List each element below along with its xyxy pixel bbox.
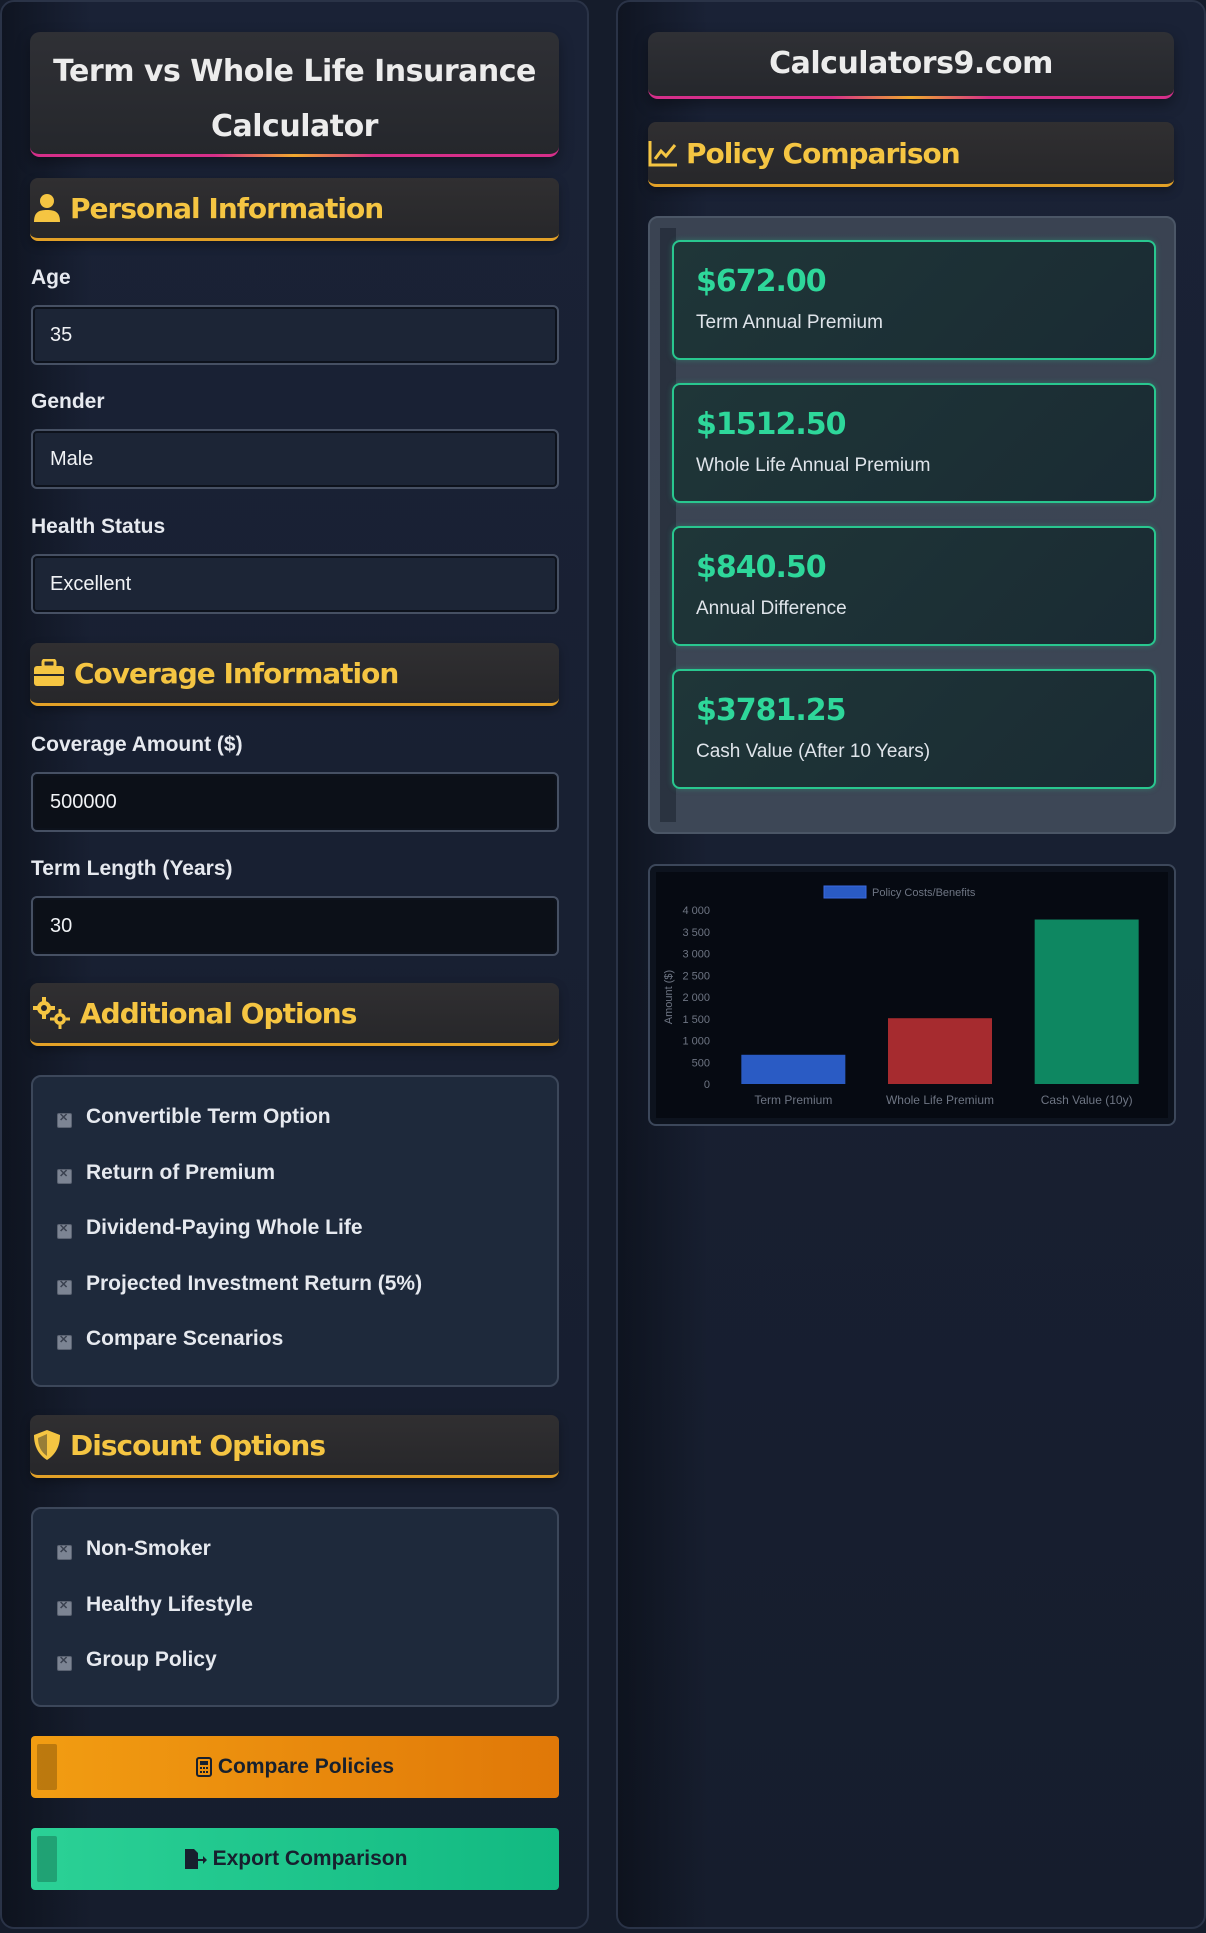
additional-options-header: Additional Options bbox=[30, 983, 559, 1046]
y-tick-label: 4 000 bbox=[682, 905, 710, 917]
user-icon bbox=[32, 193, 62, 223]
file-export-icon bbox=[183, 1848, 207, 1870]
shield-icon bbox=[32, 1430, 62, 1460]
result-value: $840.50 bbox=[696, 550, 827, 585]
y-tick-label: 500 bbox=[692, 1057, 710, 1069]
export-comparison-label: Export Comparison bbox=[212, 1847, 408, 1870]
result-value: $672.00 bbox=[696, 264, 827, 299]
result-card-annual-difference: $840.50 Annual Difference bbox=[672, 526, 1156, 646]
title-line-1: Term vs Whole Life Insurance bbox=[53, 54, 536, 89]
export-comparison-button[interactable]: Export Comparison bbox=[31, 1828, 559, 1890]
option-compare-scenarios[interactable]: Compare Scenarios bbox=[57, 1327, 283, 1351]
result-value: $3781.25 bbox=[696, 693, 847, 728]
result-label: Annual Difference bbox=[696, 598, 847, 619]
age-input[interactable]: 35 bbox=[31, 305, 559, 365]
y-tick-label: 1 000 bbox=[682, 1036, 710, 1048]
compare-policies-button[interactable]: Compare Policies bbox=[31, 1736, 559, 1798]
legend-swatch bbox=[823, 885, 867, 899]
age-label: Age bbox=[31, 266, 71, 289]
checkbox[interactable] bbox=[57, 1654, 72, 1671]
policy-comparison-header: Policy Comparison bbox=[648, 122, 1174, 187]
y-tick-label: 1 500 bbox=[682, 1014, 710, 1026]
checkbox[interactable] bbox=[57, 1111, 72, 1128]
additional-options-list: Convertible Term Option Return of Premiu… bbox=[31, 1075, 559, 1387]
calculator-title: Term vs Whole Life Insurance Calculator bbox=[30, 32, 559, 157]
y-tick-label: 2 000 bbox=[682, 992, 710, 1004]
result-card-whole-life-premium: $1512.50 Whole Life Annual Premium bbox=[672, 383, 1156, 503]
y-tick-label: 2 500 bbox=[682, 970, 710, 982]
option-investment-return[interactable]: Projected Investment Return (5%) bbox=[57, 1272, 422, 1296]
y-tick-label: 3 000 bbox=[682, 949, 710, 961]
additional-options-title: Additional Options bbox=[80, 996, 357, 1030]
comparison-bar-chart: 0 500 1 000 1 500 2 000 2 500 3 000 3 500 4 000 A… bbox=[656, 872, 1168, 1118]
option-group-policy[interactable]: Group Policy bbox=[57, 1648, 217, 1672]
option-non-smoker[interactable]: Non-Smoker bbox=[57, 1537, 211, 1561]
result-label: Whole Life Annual Premium bbox=[696, 455, 931, 476]
option-healthy-lifestyle[interactable]: Healthy Lifestyle bbox=[57, 1593, 253, 1617]
site-title-text: Calculators9.com bbox=[769, 46, 1053, 81]
title-line-2: Calculator bbox=[211, 109, 378, 144]
checkbox[interactable] bbox=[57, 1278, 72, 1295]
discount-options-title: Discount Options bbox=[70, 1428, 326, 1462]
result-label: Term Annual Premium bbox=[696, 312, 883, 333]
gender-select[interactable]: Male bbox=[31, 429, 559, 489]
coverage-amount-input[interactable]: 500000 bbox=[31, 772, 559, 832]
bar bbox=[888, 1018, 992, 1084]
health-status-label: Health Status bbox=[31, 515, 166, 538]
legend-label: Policy Costs/Benefits bbox=[872, 887, 976, 899]
site-title: Calculators9.com bbox=[648, 32, 1174, 99]
health-status-select[interactable]: Excellent bbox=[31, 554, 559, 614]
calculator-icon bbox=[195, 1757, 212, 1777]
gender-label: Gender bbox=[31, 390, 105, 413]
policy-comparison-title: Policy Comparison bbox=[686, 136, 961, 170]
coverage-info-title: Coverage Information bbox=[74, 656, 399, 690]
option-convertible-term[interactable]: Convertible Term Option bbox=[57, 1105, 331, 1129]
checkbox[interactable] bbox=[57, 1333, 72, 1350]
y-axis-label: Amount ($) bbox=[663, 970, 675, 1024]
coverage-info-header: Coverage Information bbox=[30, 643, 559, 706]
result-card-cash-value: $3781.25 Cash Value (After 10 Years) bbox=[672, 669, 1156, 789]
coverage-amount-label: Coverage Amount ($) bbox=[31, 733, 243, 756]
bar bbox=[741, 1054, 846, 1084]
result-value: $1512.50 bbox=[696, 407, 847, 442]
checkbox[interactable] bbox=[57, 1543, 72, 1560]
gears-icon bbox=[32, 997, 72, 1029]
chart-line-icon bbox=[648, 138, 678, 168]
checkbox[interactable] bbox=[57, 1222, 72, 1239]
comparison-chart-container: 0 500 1 000 1 500 2 000 2 500 3 000 3 500 4 000 A… bbox=[648, 864, 1176, 1126]
discount-options-list: Non-Smoker Healthy Lifestyle Group Polic… bbox=[31, 1507, 559, 1707]
discount-options-header: Discount Options bbox=[30, 1415, 559, 1478]
calculator-panel: Term vs Whole Life Insurance Calculator … bbox=[0, 0, 589, 1929]
term-length-input[interactable]: 30 bbox=[31, 896, 559, 956]
results-container: $672.00 Term Annual Premium $1512.50 Who… bbox=[648, 216, 1176, 834]
briefcase-icon bbox=[32, 658, 66, 688]
checkbox[interactable] bbox=[57, 1599, 72, 1616]
option-dividend-whole-life[interactable]: Dividend-Paying Whole Life bbox=[57, 1216, 363, 1240]
result-label: Cash Value (After 10 Years) bbox=[696, 741, 931, 762]
compare-policies-label: Compare Policies bbox=[217, 1755, 395, 1778]
results-panel: Calculators9.com Policy Comparison $672.… bbox=[616, 0, 1206, 1929]
x-tick-label: Term Premium bbox=[754, 1093, 832, 1107]
personal-info-title: Personal Information bbox=[70, 191, 384, 225]
x-tick-label: Whole Life Premium bbox=[886, 1093, 994, 1107]
bar bbox=[1034, 919, 1139, 1084]
y-tick-label: 3 500 bbox=[682, 927, 710, 939]
personal-info-header: Personal Information bbox=[30, 178, 559, 241]
term-length-label: Term Length (Years) bbox=[31, 857, 233, 880]
result-card-term-premium: $672.00 Term Annual Premium bbox=[672, 240, 1156, 360]
checkbox[interactable] bbox=[57, 1167, 72, 1184]
option-return-of-premium[interactable]: Return of Premium bbox=[57, 1161, 275, 1185]
y-tick-label: 0 bbox=[704, 1079, 710, 1091]
x-tick-label: Cash Value (10y) bbox=[1041, 1093, 1133, 1107]
